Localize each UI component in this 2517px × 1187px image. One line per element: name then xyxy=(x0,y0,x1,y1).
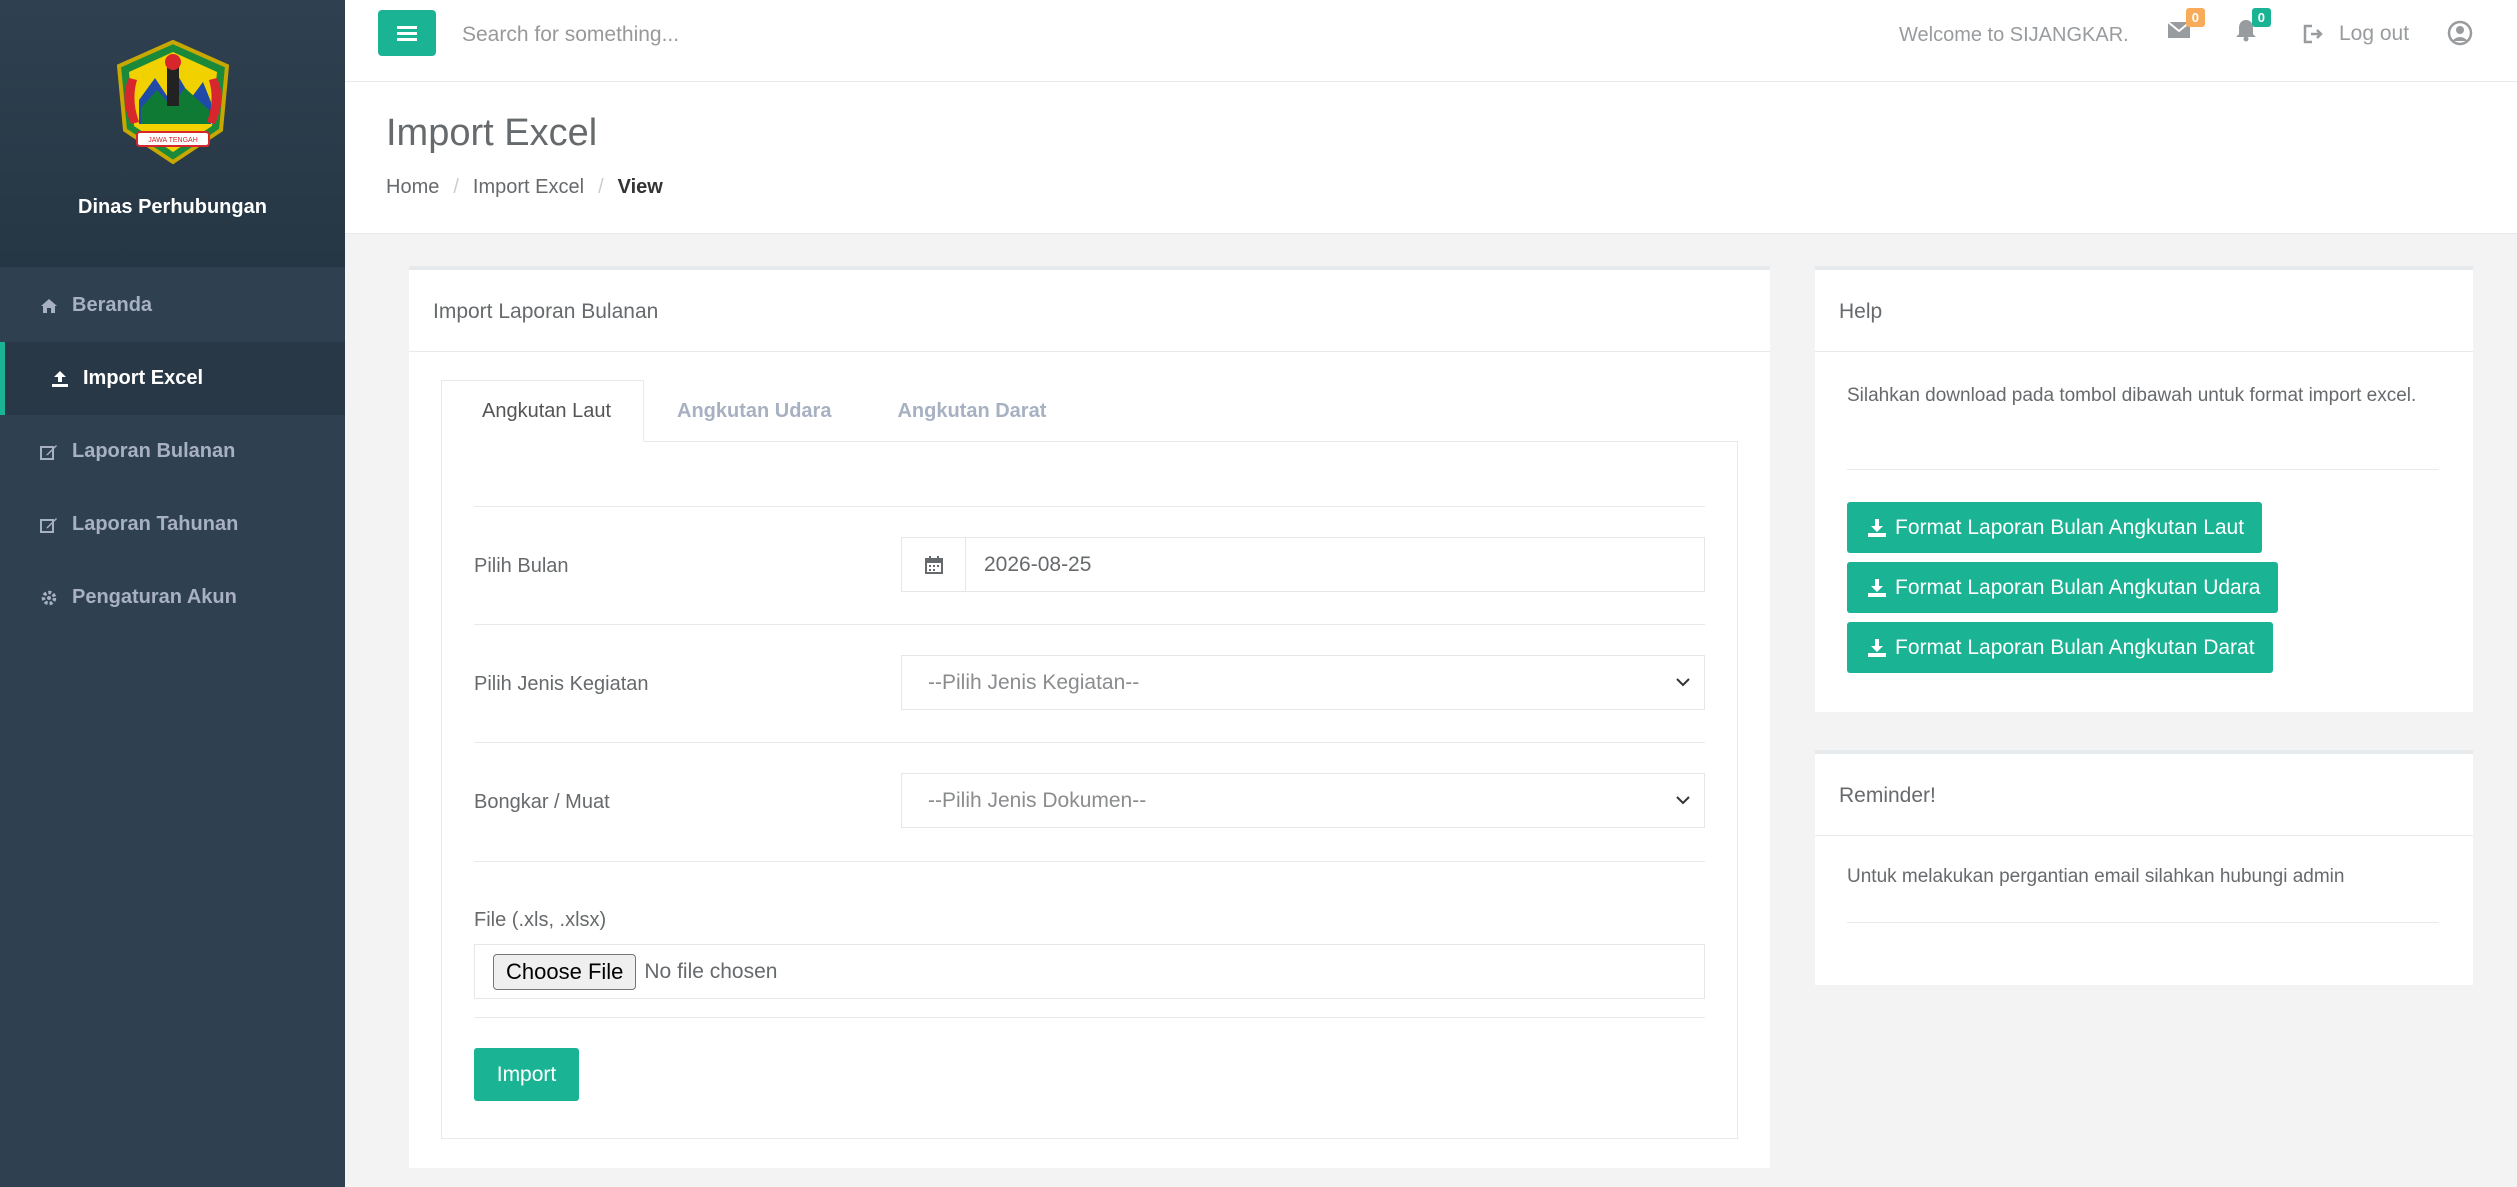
sidebar-item-label: Laporan Bulanan xyxy=(72,440,236,462)
svg-text:JAWA TENGAH: JAWA TENGAH xyxy=(148,137,198,144)
breadcrumb-current: View xyxy=(617,176,663,198)
tab-content: Pilih Bulan 2026-08-25 Pilih Jenis Kegia… xyxy=(441,441,1738,1139)
hamburger-icon xyxy=(397,26,417,41)
chevron-down-icon xyxy=(1676,796,1690,805)
download-format-laut-button[interactable]: Format Laporan Bulan Angkutan Laut xyxy=(1847,502,2263,553)
menu-toggle-button[interactable] xyxy=(378,10,436,56)
divider xyxy=(474,506,1705,507)
import-panel-title: Import Laporan Bulanan xyxy=(409,270,1770,352)
welcome-text: Welcome to SIJANGKAR. xyxy=(1899,24,2129,46)
edit-icon xyxy=(38,443,60,461)
divider xyxy=(474,1017,1705,1018)
file-label: File (.xls, .xlsx) xyxy=(474,909,607,931)
upload-icon xyxy=(49,370,71,388)
sign-out-icon xyxy=(2303,24,2323,44)
month-date-input[interactable]: 2026-08-25 xyxy=(901,537,1705,592)
notifications-count-badge: 0 xyxy=(2251,8,2271,27)
user-account-button[interactable] xyxy=(2447,20,2473,51)
edit-icon xyxy=(38,516,60,534)
sidebar-item-pengaturan-akun[interactable]: Pengaturan Akun xyxy=(0,561,345,634)
page-heading: Import Excel Home / Import Excel / View xyxy=(345,82,2517,234)
activity-type-select[interactable]: --Pilih Jenis Kegiatan-- xyxy=(901,655,1705,710)
activity-type-selected: --Pilih Jenis Kegiatan-- xyxy=(928,670,1140,694)
calendar-icon xyxy=(902,538,966,591)
logout-link[interactable]: Log out xyxy=(2303,22,2409,46)
messages-button[interactable]: 0 xyxy=(2167,8,2205,46)
breadcrumb-separator: / xyxy=(453,176,459,198)
sidebar-header: JAWA TENGAH Dinas Perhubungan xyxy=(0,0,345,267)
user-circle-icon xyxy=(2447,20,2473,46)
tab-angkutan-laut[interactable]: Angkutan Laut xyxy=(441,380,644,442)
home-icon xyxy=(38,298,60,314)
file-status: No file chosen xyxy=(644,959,778,983)
messages-count-badge: 0 xyxy=(2185,8,2205,27)
sidebar-item-beranda[interactable]: Beranda xyxy=(0,269,345,342)
divider xyxy=(474,624,1705,625)
activity-type-label: Pilih Jenis Kegiatan xyxy=(474,673,649,695)
org-name: Dinas Perhubungan xyxy=(78,196,267,218)
help-text: Silahkan download pada tombol dibawah un… xyxy=(1847,385,2417,406)
help-panel-title: Help xyxy=(1815,270,2473,352)
sidebar-item-import-excel[interactable]: Import Excel xyxy=(0,342,345,415)
download-icon xyxy=(1868,578,1886,597)
divider xyxy=(474,742,1705,743)
sidebar-item-laporan-tahunan[interactable]: Laporan Tahunan xyxy=(0,488,345,561)
download-button-label: Format Laporan Bulan Angkutan Laut xyxy=(1895,515,2245,539)
breadcrumb-import-excel[interactable]: Import Excel xyxy=(473,176,584,199)
transport-tabs: Angkutan Laut Angkutan Udara Angkutan Da… xyxy=(441,380,1738,442)
download-button-label: Format Laporan Bulan Angkutan Udara xyxy=(1895,575,2261,599)
import-panel: Import Laporan Bulanan Angkutan Laut Ang… xyxy=(409,266,1770,1168)
tab-angkutan-darat[interactable]: Angkutan Darat xyxy=(864,380,1079,442)
sidebar-item-laporan-bulanan[interactable]: Laporan Bulanan xyxy=(0,415,345,488)
import-button[interactable]: Import xyxy=(474,1048,579,1101)
tab-angkutan-udara[interactable]: Angkutan Udara xyxy=(644,380,864,442)
download-format-udara-button[interactable]: Format Laporan Bulan Angkutan Udara xyxy=(1847,562,2279,613)
notifications-button[interactable]: 0 xyxy=(2235,8,2271,49)
reminder-text: Untuk melakukan pergantian email silahka… xyxy=(1847,866,2345,887)
help-panel: Help Silahkan download pada tombol dibaw… xyxy=(1815,266,2473,712)
province-emblem-logo: JAWA TENGAH xyxy=(116,39,229,165)
download-format-darat-button[interactable]: Format Laporan Bulan Angkutan Darat xyxy=(1847,622,2273,673)
file-input[interactable]: Choose File No file chosen xyxy=(474,944,1705,999)
logout-label: Log out xyxy=(2339,22,2410,45)
divider xyxy=(1847,922,2439,923)
month-value: 2026-08-25 xyxy=(984,552,1092,576)
breadcrumb: Home / Import Excel / View xyxy=(386,176,663,199)
sidebar-item-label: Import Excel xyxy=(83,367,204,389)
gear-icon xyxy=(38,589,60,607)
sidebar-item-label: Laporan Tahunan xyxy=(72,513,239,535)
page-title: Import Excel xyxy=(386,112,598,154)
choose-file-button[interactable]: Choose File xyxy=(493,953,637,990)
loading-type-label: Bongkar / Muat xyxy=(474,791,610,813)
download-icon xyxy=(1868,518,1886,537)
month-label: Pilih Bulan xyxy=(474,555,569,577)
breadcrumb-separator: / xyxy=(598,176,604,198)
sidebar-item-label: Pengaturan Akun xyxy=(72,586,237,608)
sidebar-nav: Beranda Import Excel Laporan Bulanan Lap… xyxy=(0,269,345,634)
sidebar-item-label: Beranda xyxy=(72,294,153,316)
divider xyxy=(1847,469,2439,470)
download-button-label: Format Laporan Bulan Angkutan Darat xyxy=(1895,635,2255,659)
document-type-selected: --Pilih Jenis Dokumen-- xyxy=(928,788,1147,812)
reminder-panel: Reminder! Untuk melakukan pergantian ema… xyxy=(1815,750,2473,985)
breadcrumb-home[interactable]: Home xyxy=(386,176,439,199)
reminder-panel-title: Reminder! xyxy=(1815,754,2473,836)
download-icon xyxy=(1868,638,1886,657)
document-type-select[interactable]: --Pilih Jenis Dokumen-- xyxy=(901,773,1705,828)
divider xyxy=(474,861,1705,862)
search-input[interactable] xyxy=(462,14,1062,56)
top-navbar: Welcome to SIJANGKAR. 0 0 Log out xyxy=(345,0,2517,82)
sidebar: JAWA TENGAH Dinas Perhubungan Beranda Im… xyxy=(0,0,345,1187)
chevron-down-icon xyxy=(1676,678,1690,687)
